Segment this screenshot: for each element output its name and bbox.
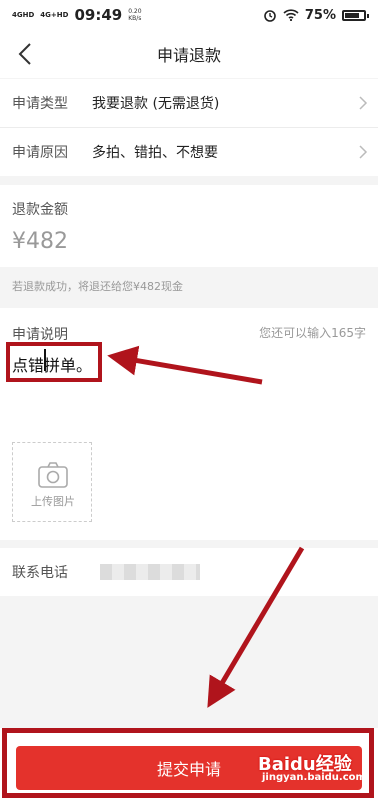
annotation-highlight-box [6,342,102,382]
refund-amount-label: 退款金额 [12,202,68,218]
speed-value: 0.20 [128,8,142,15]
request-type-row[interactable]: 申请类型 我要退款 (无需退货) [0,79,378,127]
camera-icon [38,462,68,488]
network-1-indicator: 4GHD [12,10,35,19]
request-type-label: 申请类型 [12,96,68,112]
request-reason-value: 多拍、错拍、不想要 [92,145,218,161]
description-section: 申请说明 您还可以输入165字 点错拼单。 上传图片 [0,308,378,540]
refund-note: 若退款成功，将退还给您¥482现金 [12,280,183,293]
request-type-value: 我要退款 (无需退货) [92,96,220,112]
nav-bar: 申请退款 [0,30,378,78]
contact-phone-label: 联系电话 [12,565,68,581]
refund-amount-value: ¥482 [12,229,68,254]
status-right: 75% [263,7,369,23]
status-left: 4GHD 4G+HD 09:49 0.20 KB/s [12,6,142,24]
speed-indicator: 0.20 KB/s [128,8,141,22]
network-2-indicator: 4G+HD [40,10,69,19]
phone-number-blurred [100,564,200,580]
description-label: 申请说明 [12,327,68,343]
back-arrow-icon[interactable] [12,39,40,69]
speed-unit: KB/s [128,15,142,22]
wifi-icon [283,9,299,21]
clock: 09:49 [74,6,123,24]
chevron-right-icon [359,145,368,159]
battery-icon [342,9,369,21]
request-reason-label: 申请原因 [12,145,68,161]
request-reason-row[interactable]: 申请原因 多拍、错拍、不想要 [0,128,378,176]
baidu-watermark-url: jingyan.baidu.com [262,772,366,783]
upload-image-label: 上传图片 [31,495,75,508]
battery-percent: 75% [304,7,336,23]
refund-amount-section: 退款金额 ¥482 [0,185,378,267]
alarm-icon [264,10,276,22]
status-bar: 4GHD 4G+HD 09:49 0.20 KB/s 75% [0,0,378,30]
chevron-right-icon [359,96,368,110]
upload-image-button[interactable]: 上传图片 [12,442,92,522]
battery-level-fill [345,12,359,18]
page-title: 申请退款 [156,46,221,65]
character-counter: 您还可以输入165字 [259,326,366,340]
contact-phone-row[interactable]: 联系电话 [0,548,378,596]
